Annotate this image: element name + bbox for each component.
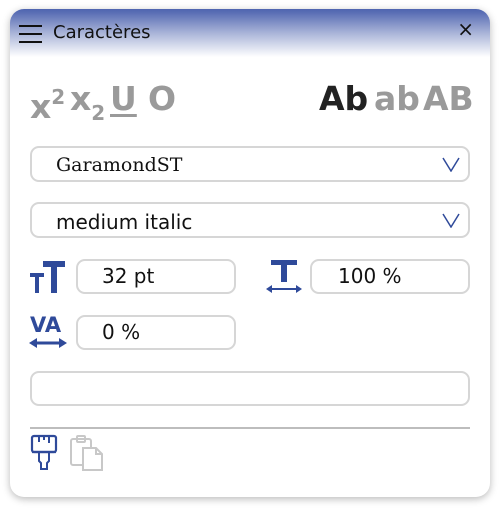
paint-brush-icon[interactable] <box>29 434 59 472</box>
upper-case-button[interactable]: AB <box>423 79 474 119</box>
paste-icon[interactable] <box>68 434 106 472</box>
title-case-button[interactable]: Ab <box>319 79 368 119</box>
tracking-field[interactable]: 0 % <box>76 315 236 350</box>
outline-button[interactable]: O <box>148 79 176 119</box>
font-family-value: GaramondST <box>56 154 183 176</box>
divider <box>30 427 470 429</box>
close-button[interactable]: × <box>457 19 474 39</box>
superscript-button[interactable]: x2 <box>30 79 65 127</box>
chevron-down-icon[interactable] <box>442 212 460 228</box>
font-style-dropdown[interactable]: medium italic <box>30 202 470 238</box>
hamburger-icon[interactable] <box>19 24 43 44</box>
font-size-icon <box>30 261 65 293</box>
empty-field[interactable] <box>30 371 470 406</box>
font-style-value: medium italic <box>56 210 193 234</box>
lower-case-button[interactable]: ab <box>374 79 420 119</box>
font-size-field[interactable]: 32 pt <box>76 259 236 294</box>
tracking-icon: VA <box>29 313 67 348</box>
characters-panel: Caractères × x2 x2 U O Ab ab AB Garamond… <box>10 9 490 497</box>
font-size-value: 32 pt <box>102 264 155 288</box>
horizontal-scale-value: 100 % <box>338 264 402 288</box>
superscript-base: x <box>30 87 52 126</box>
superscript-mark: 2 <box>51 85 66 109</box>
panel-titlebar: Caractères × <box>10 9 490 57</box>
horizontal-scale-field[interactable]: 100 % <box>310 259 470 294</box>
subscript-button[interactable]: x2 <box>70 79 105 131</box>
font-family-dropdown[interactable]: GaramondST <box>30 146 470 182</box>
svg-text:VA: VA <box>30 313 62 337</box>
subscript-mark: 2 <box>91 100 106 125</box>
panel-title: Caractères <box>53 22 151 43</box>
subscript-base: x <box>70 79 92 118</box>
chevron-down-icon[interactable] <box>442 156 460 172</box>
underline-button[interactable]: U <box>110 79 137 119</box>
tracking-value: 0 % <box>102 320 141 344</box>
horizontal-scale-icon <box>266 260 302 293</box>
